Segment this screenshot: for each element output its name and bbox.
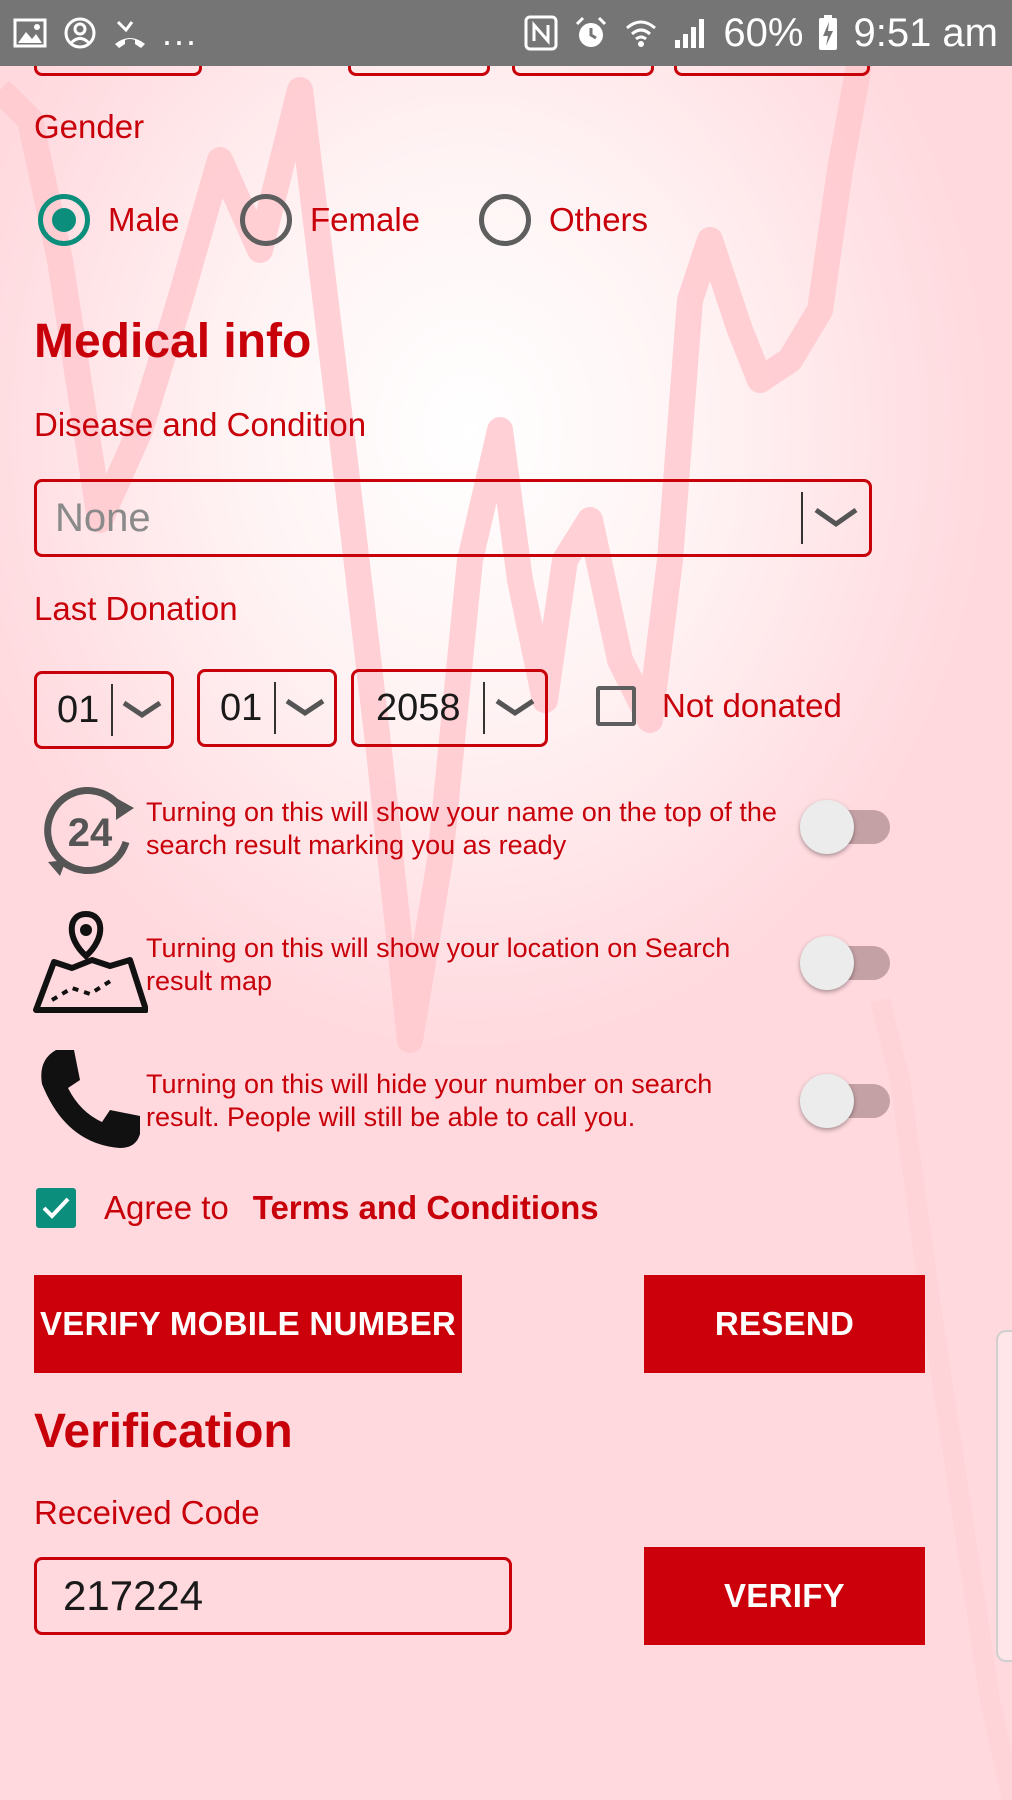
disease-select-value: None <box>55 495 151 540</box>
ready-toggle[interactable] <box>800 800 894 854</box>
side-panel-handle[interactable] <box>996 1330 1012 1662</box>
verify-mobile-button[interactable]: VERIFY MOBILE NUMBER <box>34 1275 462 1373</box>
gender-radio-others[interactable]: Others <box>479 194 648 246</box>
chevron-down-icon[interactable] <box>276 697 334 719</box>
status-bar-right: 60% 9:51 am <box>523 11 998 56</box>
missed-call-icon <box>112 15 148 51</box>
disease-select[interactable]: None <box>34 479 872 557</box>
chevron-down-icon[interactable] <box>803 506 869 530</box>
verification-heading: Verification <box>34 1405 293 1458</box>
status-time: 9:51 am <box>853 10 998 55</box>
donation-day-value: 01 <box>57 688 100 731</box>
signal-icon <box>673 15 709 51</box>
terms-link[interactable]: Terms and Conditions <box>253 1189 599 1227</box>
not-donated-label: Not donated <box>662 687 842 724</box>
gender-label: Gender <box>34 108 145 145</box>
ready-24h-icon: 24 <box>38 780 144 884</box>
chevron-down-icon[interactable] <box>485 697 545 719</box>
radio-selected-icon[interactable] <box>38 194 90 246</box>
image-icon <box>12 15 48 51</box>
donation-month-value: 01 <box>220 686 263 729</box>
medical-info-heading: Medical info <box>34 315 312 368</box>
toggle-thumb[interactable] <box>800 936 854 990</box>
status-overflow: ... <box>162 12 199 53</box>
status-bar: ... 60% 9:51 am <box>0 0 1012 66</box>
received-code-input[interactable]: 217224 <box>34 1557 512 1635</box>
battery-percent: 60% <box>723 10 804 55</box>
resend-button[interactable]: RESEND <box>644 1275 925 1373</box>
ready-setting-text: Turning on this will show your name on t… <box>146 797 777 860</box>
donation-year-value: 2058 <box>376 686 461 729</box>
terms-checkbox[interactable] <box>36 1188 76 1228</box>
location-setting-text: Turning on this will show your location … <box>146 933 731 996</box>
chevron-down-icon[interactable] <box>113 699 171 721</box>
terms-row[interactable]: Agree to Terms and Conditions <box>36 1188 599 1228</box>
map-pin-icon <box>32 910 149 1014</box>
donation-day-select[interactable]: 01 <box>34 671 174 749</box>
not-donated-checkbox[interactable] <box>596 686 636 726</box>
received-code-label: Received Code <box>34 1494 260 1531</box>
donation-month-select[interactable]: 01 <box>197 669 337 747</box>
toggle-thumb[interactable] <box>800 1074 854 1128</box>
gender-radio-female[interactable]: Female <box>240 194 420 246</box>
battery-charging-icon <box>817 15 839 51</box>
alarm-icon <box>573 15 609 51</box>
terms-prefix: Agree to <box>104 1189 229 1226</box>
nfc-icon <box>523 15 559 51</box>
not-donated-checkbox-row[interactable]: Not donated <box>596 686 842 726</box>
hide-number-toggle[interactable] <box>800 1074 894 1128</box>
account-circle-icon <box>62 15 98 51</box>
donation-year-select[interactable]: 2058 <box>351 669 548 747</box>
phone-icon <box>36 1046 144 1150</box>
location-toggle[interactable] <box>800 936 894 990</box>
wifi-icon <box>623 15 659 51</box>
last-donation-label: Last Donation <box>34 590 238 627</box>
gender-option-label: Others <box>549 201 649 238</box>
verify-button[interactable]: VERIFY <box>644 1547 925 1645</box>
radio-unselected-icon[interactable] <box>240 194 292 246</box>
svg-text:24: 24 <box>68 811 113 855</box>
hide-number-setting-text: Turning on this will hide your number on… <box>146 1069 713 1132</box>
toggle-thumb[interactable] <box>800 800 854 854</box>
status-bar-left: ... <box>12 12 198 54</box>
gender-radio-male[interactable]: Male <box>38 194 180 246</box>
radio-unselected-icon[interactable] <box>479 194 531 246</box>
disease-label: Disease and Condition <box>34 406 367 443</box>
gender-option-label: Male <box>108 201 180 238</box>
gender-option-label: Female <box>310 201 421 238</box>
